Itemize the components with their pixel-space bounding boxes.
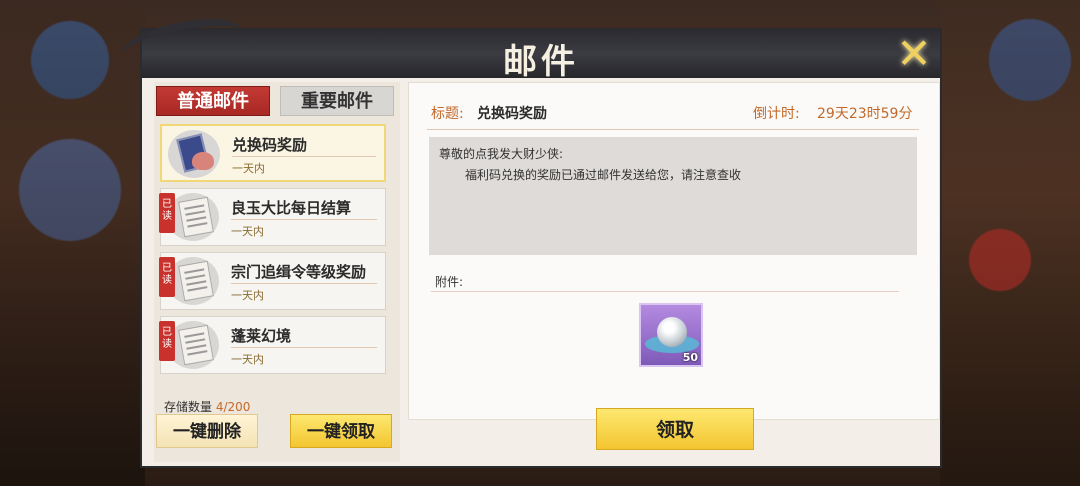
subject-label: 标题: xyxy=(431,106,464,122)
storage-value: 4/200 xyxy=(215,400,251,414)
claim-all-button[interactable]: 一键领取 xyxy=(290,414,392,448)
mail-window: 邮件 ✕ 普通邮件 重要邮件 兑换码奖励 一天内 已读 良玉大比每日结算 一天内… xyxy=(119,13,942,468)
mail-title: 蓬莱幻境 xyxy=(231,327,292,345)
mail-item[interactable]: 已读 良玉大比每日结算 一天内 xyxy=(159,188,386,246)
mail-title: 兑换码奖励 xyxy=(232,136,308,154)
mail-body: 尊敬的点我发大财少侠: 福利码兑换的奖励已通过邮件发送给您，请注意查收 xyxy=(429,137,917,255)
subject-value: 兑换码奖励 xyxy=(477,106,547,122)
mail-time: 一天内 xyxy=(231,289,264,302)
read-stamp: 已读 xyxy=(159,257,175,297)
tab-important-mail[interactable]: 重要邮件 xyxy=(280,86,394,116)
book-pouch-icon xyxy=(168,130,220,178)
mail-tabs: 普通邮件 重要邮件 xyxy=(156,86,396,118)
divider xyxy=(431,291,899,292)
countdown-value: 29天23时59分 xyxy=(817,106,913,122)
mail-time: 一天内 xyxy=(231,225,264,238)
mail-item[interactable]: 已读 蓬莱幻境 一天内 xyxy=(159,316,386,374)
countdown-label: 倒计时: xyxy=(753,106,800,122)
storage-label: 存储数量 xyxy=(164,400,213,414)
background-right xyxy=(940,0,1080,486)
mail-detail-panel: 标题: 兑换码奖励 倒计时: 29天23时59分 尊敬的点我发大财少侠: 福利码… xyxy=(408,82,940,420)
divider xyxy=(427,129,919,130)
close-icon[interactable]: ✕ xyxy=(890,30,938,78)
storage-count: 存储数量 4/200 xyxy=(164,398,250,415)
title-bar: 邮件 ✕ xyxy=(119,13,940,82)
mail-greeting: 尊敬的点我发大财少侠: xyxy=(439,147,564,161)
mail-title: 良玉大比每日结算 xyxy=(231,199,352,217)
read-stamp: 已读 xyxy=(159,321,175,361)
attachments-label: 附件: xyxy=(435,275,464,289)
mail-list-panel: 普通邮件 重要邮件 兑换码奖励 一天内 已读 良玉大比每日结算 一天内 已读 宗… xyxy=(154,82,400,462)
attachment-item[interactable]: 50 xyxy=(639,303,703,367)
mail-body-text: 福利码兑换的奖励已通过邮件发送给您，请注意查收 xyxy=(465,168,742,182)
mail-item[interactable]: 已读 宗门追缉令等级奖励 一天内 xyxy=(159,252,386,310)
claim-button[interactable]: 领取 xyxy=(596,408,754,450)
pearl-icon xyxy=(657,317,687,347)
attachment-quantity: 50 xyxy=(682,351,698,364)
tab-normal-mail[interactable]: 普通邮件 xyxy=(156,86,270,116)
mail-time: 一天内 xyxy=(231,353,264,366)
window-title: 邮件 xyxy=(503,42,579,82)
mail-item[interactable]: 兑换码奖励 一天内 xyxy=(160,124,386,182)
background-left xyxy=(0,0,145,486)
delete-all-button[interactable]: 一键删除 xyxy=(156,414,258,448)
mail-title: 宗门追缉令等级奖励 xyxy=(231,263,367,281)
read-stamp: 已读 xyxy=(159,193,175,233)
mail-time: 一天内 xyxy=(232,162,265,175)
